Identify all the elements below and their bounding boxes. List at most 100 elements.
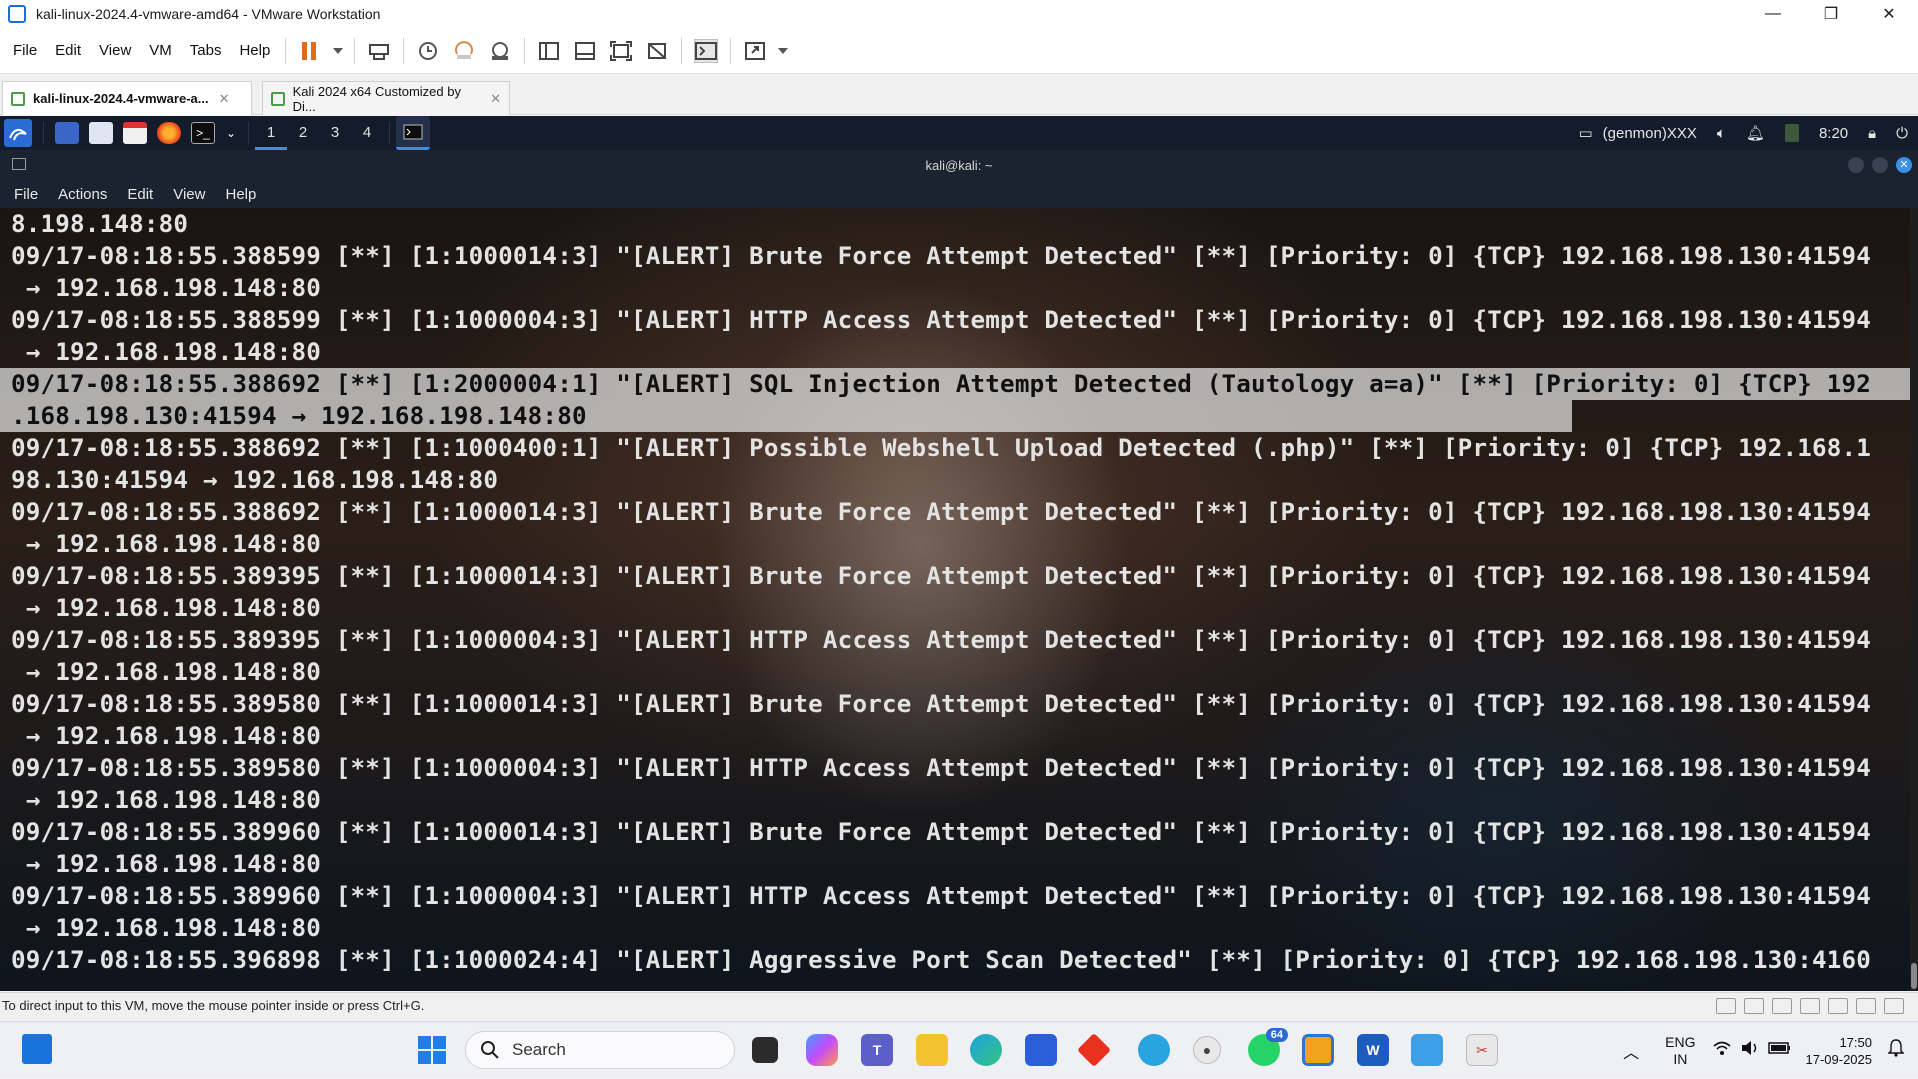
search-placeholder: Search: [512, 1040, 566, 1059]
whatsapp-icon[interactable]: 64: [1248, 1028, 1288, 1066]
menu-file[interactable]: File: [0, 42, 46, 59]
close-icon[interactable]: ✕: [490, 91, 501, 107]
terminal-maximize-button[interactable]: [1872, 157, 1888, 173]
chevron-up-icon[interactable]: ︿: [1623, 1039, 1639, 1063]
chevron-down-icon[interactable]: [777, 39, 789, 63]
workspace-2[interactable]: 2: [287, 116, 319, 150]
show-desktop-icon[interactable]: [55, 122, 79, 144]
printer-icon[interactable]: [1828, 998, 1848, 1014]
word-icon[interactable]: W: [1357, 1034, 1389, 1066]
chat-app-icon[interactable]: [1138, 1034, 1170, 1066]
menu-tabs[interactable]: Tabs: [181, 42, 231, 59]
hard-disk-icon[interactable]: [1716, 998, 1736, 1014]
lock-icon[interactable]: 🔒︎: [1868, 125, 1876, 142]
vm-running-icon: [11, 91, 25, 106]
usb-icon[interactable]: [1772, 998, 1792, 1014]
restore-button[interactable]: ❐: [1802, 0, 1860, 28]
edge-icon[interactable]: [970, 1034, 1002, 1066]
battery-icon[interactable]: [1767, 1041, 1792, 1060]
terminal-launcher-icon[interactable]: >_: [191, 122, 215, 144]
full-screen-icon[interactable]: [609, 39, 633, 63]
close-icon[interactable]: ✕: [219, 91, 230, 107]
terminal-line-selected: .168.198.130:41594 → 192.168.198.148:80: [0, 400, 1572, 432]
snipping-tool-icon[interactable]: ✂: [1466, 1034, 1498, 1066]
menu-edit[interactable]: Edit: [46, 42, 90, 59]
revert-snapshot-icon[interactable]: [452, 39, 476, 63]
message-log-icon[interactable]: [1884, 998, 1904, 1014]
unity-icon[interactable]: [645, 39, 669, 63]
menu-view[interactable]: View: [90, 42, 140, 59]
stretch-guest-icon[interactable]: [743, 39, 767, 63]
copilot-icon[interactable]: [806, 1034, 838, 1066]
chevron-down-icon[interactable]: ⌄: [225, 122, 237, 144]
terminal-line: 09/17-08:18:55.388599 [**] [1:1000014:3]…: [11, 242, 1872, 270]
store-icon[interactable]: [1025, 1034, 1057, 1066]
show-library-icon[interactable]: [537, 39, 561, 63]
power-icon[interactable]: ⏻: [1896, 125, 1908, 142]
notification-bell-icon[interactable]: 🔔︎: [1746, 124, 1765, 142]
vm-running-icon: [271, 91, 285, 106]
kali-menu-icon[interactable]: [4, 119, 32, 147]
file-explorer-icon[interactable]: [916, 1034, 948, 1066]
vmware-taskbar-icon[interactable]: [1302, 1034, 1334, 1066]
system-tray: ︿ ENG IN 17:50 17-09-2025: [1623, 1022, 1918, 1079]
device-status-icons: [1708, 998, 1904, 1014]
terminal-window-button[interactable]: [396, 116, 430, 150]
terminal-menu-view[interactable]: View: [163, 186, 215, 203]
display-icon[interactable]: ▭: [1578, 124, 1592, 142]
terminal-menu-edit[interactable]: Edit: [117, 186, 163, 203]
menu-help[interactable]: Help: [230, 42, 279, 59]
volume-icon[interactable]: 🔈︎: [1717, 125, 1726, 142]
firefox-icon[interactable]: [157, 122, 181, 144]
teams-icon[interactable]: T: [861, 1034, 893, 1066]
menu-vm[interactable]: VM: [140, 42, 181, 59]
panel-clock[interactable]: 8:20: [1819, 125, 1848, 142]
minimize-button[interactable]: —: [1744, 0, 1802, 28]
terminal-close-button[interactable]: ✕: [1896, 157, 1912, 173]
pause-icon[interactable]: [298, 39, 322, 63]
taskbar-clock[interactable]: 17:50 17-09-2025: [1806, 1034, 1873, 1068]
input-language[interactable]: ENG IN: [1665, 1034, 1695, 1068]
tab-kali-vmware[interactable]: kali-linux-2024.4-vmware-a... ✕: [2, 81, 252, 115]
file-manager-icon[interactable]: [89, 122, 113, 144]
workspace-1[interactable]: 1: [255, 116, 287, 150]
sound-card-icon[interactable]: [1800, 998, 1820, 1014]
terminal-line: 09/17-08:18:55.389960 [**] [1:1000014:3]…: [11, 818, 1872, 846]
taskbar-search[interactable]: Search: [465, 1031, 735, 1069]
chevron-down-icon[interactable]: [332, 39, 344, 63]
terminal-menu-file[interactable]: File: [0, 186, 48, 203]
scrollbar-thumb[interactable]: [1911, 963, 1917, 989]
workspace-4[interactable]: 4: [351, 116, 383, 150]
wifi-icon[interactable]: [1712, 1040, 1732, 1061]
notepad-icon[interactable]: [1411, 1034, 1443, 1066]
console-view-icon[interactable]: [694, 38, 719, 63]
task-view-icon[interactable]: [752, 1037, 778, 1063]
terminal-line: → 192.168.198.148:80: [11, 594, 322, 622]
tab-label: kali-linux-2024.4-vmware-a...: [33, 91, 209, 106]
workspace-3[interactable]: 3: [319, 116, 351, 150]
media-app-icon[interactable]: ●: [1193, 1036, 1221, 1064]
window-titlebar: kali-linux-2024.4-vmware-amd64 - VMware …: [0, 0, 1918, 28]
network-icon[interactable]: [1784, 124, 1799, 142]
snapshot-manager-icon[interactable]: [488, 39, 512, 63]
terminal-menu-help[interactable]: Help: [215, 186, 266, 203]
tab-kali-custom[interactable]: Kali 2024 x64 Customized by Di... ✕: [262, 81, 510, 115]
panel-separator: [248, 122, 249, 144]
vm-display[interactable]: >_ ⌄ 1 2 3 4 ▭ (genmon)XXX 🔈︎ 🔔︎ 8:20 🔒︎…: [0, 116, 1918, 991]
display-device-icon[interactable]: [1856, 998, 1876, 1014]
speaker-icon[interactable]: [1740, 1040, 1760, 1061]
send-ctrl-alt-del-icon[interactable]: [367, 39, 391, 63]
text-editor-icon[interactable]: [123, 122, 147, 144]
terminal-output[interactable]: 8.198.148:80 09/17-08:18:55.388599 [**] […: [0, 208, 1910, 991]
terminal-menu-actions[interactable]: Actions: [48, 186, 117, 203]
notifications-bell-icon[interactable]: [1887, 1039, 1905, 1062]
terminal-scrollbar[interactable]: [1910, 208, 1918, 991]
start-button[interactable]: [416, 1034, 448, 1066]
widgets-icon[interactable]: [22, 1034, 52, 1064]
thumbnail-bar-icon[interactable]: [573, 39, 597, 63]
terminal-minimize-button[interactable]: [1848, 157, 1864, 173]
network-adapter-icon[interactable]: [1744, 998, 1764, 1014]
snapshot-icon[interactable]: [416, 39, 440, 63]
close-button[interactable]: ✕: [1860, 0, 1918, 28]
app-red-diamond-icon[interactable]: [1077, 1033, 1111, 1067]
